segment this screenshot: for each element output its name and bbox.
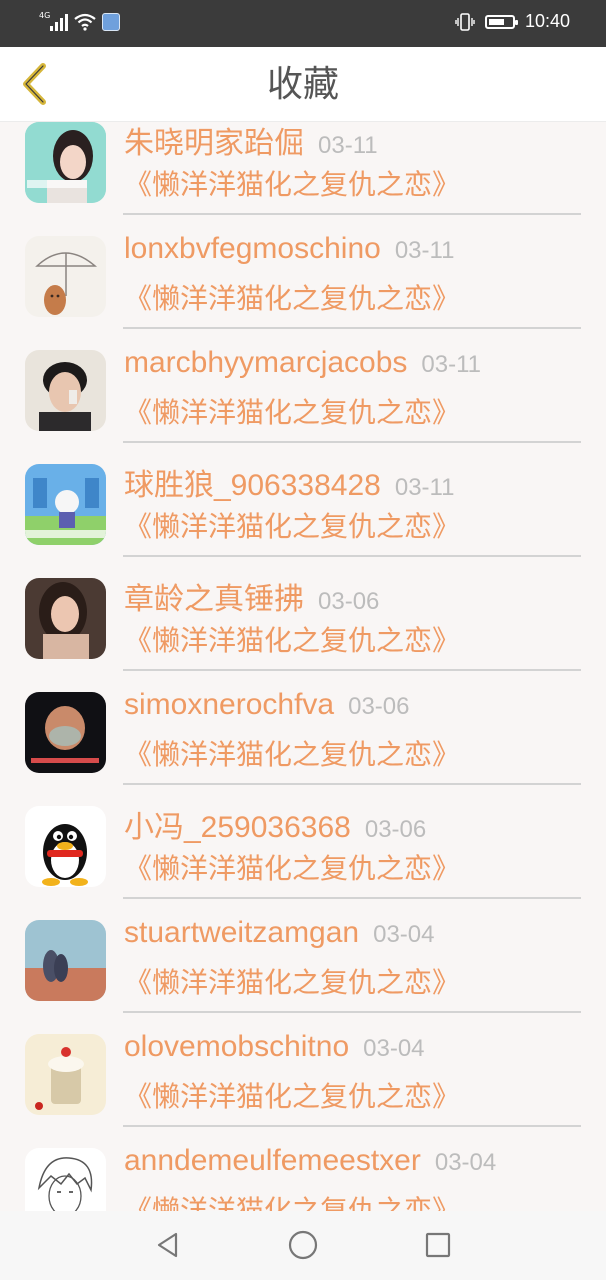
divider [123, 441, 581, 443]
avatar[interactable] [25, 350, 106, 431]
item-date: 03-11 [394, 474, 455, 501]
list-item[interactable]: 章龄之真锤拂 03-06 《懒洋洋猫化之复仇之恋》 [0, 563, 606, 677]
item-date: 03-06 [364, 816, 427, 843]
item-date: 03-06 [318, 588, 380, 615]
list-item[interactable]: simoxnerochfva 03-06 《懒洋洋猫化之复仇之恋》 [0, 677, 606, 791]
item-date: 03-11 [421, 351, 482, 378]
user-name: marcbhyymarcjacobs [124, 346, 408, 379]
list-item[interactable]: marcbhyymarcjacobs 03-11 《懒洋洋猫化之复仇之恋》 [0, 335, 606, 449]
avatar[interactable] [25, 578, 106, 659]
network-type-label: 4G [39, 11, 51, 20]
app-notification-icon [102, 13, 120, 31]
list-item[interactable]: anndemeulfemeestxer 03-04 《懒洋洋猫化之复仇之恋》 [0, 1133, 606, 1211]
item-header-line: 小冯_259036368 03-06 [124, 802, 427, 844]
item-header-line: lonxbvfegmoschino 03-11 [124, 232, 454, 272]
nav-recents-button[interactable] [420, 1227, 456, 1263]
avatar[interactable] [25, 806, 106, 887]
status-time: 10:40 [524, 11, 570, 31]
battery-icon [484, 14, 518, 29]
page-title: 收藏 [266, 64, 339, 105]
user-name: 章龄之真锤拂 [124, 583, 304, 616]
divider [123, 783, 581, 785]
status-right: 10:40 [455, 11, 570, 32]
story-title: 《懒洋洋猫化之复仇之恋》 [124, 282, 461, 315]
user-name: lonxbvfegmoschino [124, 232, 381, 265]
list-item[interactable]: 小冯_259036368 03-06 《懒洋洋猫化之复仇之恋》 [0, 791, 606, 905]
list-item[interactable]: 球胜狼_906338428 03-11 《懒洋洋猫化之复仇之恋》 [0, 449, 606, 563]
list-item[interactable]: 朱晓明家跆倔 03-11 《懒洋洋猫化之复仇之恋》 [0, 121, 606, 221]
signal-icon: 4G [39, 11, 68, 31]
story-title: 《懒洋洋猫化之复仇之恋》 [124, 624, 461, 657]
story-title: 《懒洋洋猫化之复仇之恋》 [124, 966, 461, 999]
avatar[interactable] [25, 1148, 106, 1211]
item-header-line: simoxnerochfva 03-06 [124, 688, 409, 728]
avatar[interactable] [25, 464, 106, 545]
user-name: stuartweitzamgan [124, 916, 360, 949]
app-header: 收藏 [0, 47, 606, 122]
list-item[interactable]: stuartweitzamgan 03-04 《懒洋洋猫化之复仇之恋》 [0, 905, 606, 1019]
item-header-line: stuartweitzamgan 03-04 [124, 916, 435, 956]
story-title: 《懒洋洋猫化之复仇之恋》 [124, 510, 461, 543]
avatar[interactable] [25, 1034, 106, 1115]
divider [123, 327, 581, 329]
item-date: 03-04 [434, 1149, 497, 1176]
item-header-line: 球胜狼_906338428 03-11 [124, 460, 455, 502]
story-title: 《懒洋洋猫化之复仇之恋》 [124, 396, 461, 429]
list-item[interactable]: olovemobschitno 03-04 《懒洋洋猫化之复仇之恋》 [0, 1019, 606, 1133]
divider [123, 213, 581, 215]
story-title: 《懒洋洋猫化之复仇之恋》 [124, 1194, 461, 1211]
back-triangle-icon [157, 1232, 178, 1258]
user-name: 小冯_259036368 [124, 811, 351, 844]
user-name: simoxnerochfva [124, 688, 335, 721]
divider [123, 669, 581, 671]
item-date: 03-11 [394, 237, 455, 264]
recents-square-icon [425, 1232, 451, 1258]
avatar[interactable] [25, 692, 106, 773]
item-date: 03-11 [318, 132, 378, 159]
item-date: 03-06 [348, 693, 410, 720]
user-name: olovemobschitno [124, 1030, 350, 1063]
item-header-line: 朱晓明家跆倔 03-11 [124, 121, 378, 160]
nav-home-button[interactable] [285, 1227, 321, 1263]
avatar[interactable] [25, 920, 106, 1001]
divider [123, 897, 581, 899]
avatar[interactable] [25, 122, 106, 203]
user-name: 球胜狼_906338428 [124, 469, 381, 502]
story-title: 《懒洋洋猫化之复仇之恋》 [124, 1080, 461, 1113]
wifi-icon [74, 13, 96, 31]
story-title: 《懒洋洋猫化之复仇之恋》 [124, 738, 461, 771]
list-item[interactable]: lonxbvfegmoschino 03-11 《懒洋洋猫化之复仇之恋》 [0, 221, 606, 335]
vibrate-icon [455, 12, 475, 31]
divider [123, 555, 581, 557]
home-circle-icon [288, 1230, 318, 1260]
item-header-line: marcbhyymarcjacobs 03-11 [124, 346, 481, 386]
item-date: 03-04 [363, 1035, 425, 1062]
item-header-line: anndemeulfemeestxer 03-04 [124, 1144, 496, 1184]
item-header-line: 章龄之真锤拂 03-06 [124, 574, 380, 616]
story-title: 《懒洋洋猫化之复仇之恋》 [124, 168, 461, 201]
item-date: 03-04 [373, 921, 435, 948]
status-bar: 4G 10:40 [0, 0, 606, 47]
divider [123, 1125, 581, 1127]
avatar[interactable] [25, 236, 106, 317]
user-name: 朱晓明家跆倔 [124, 127, 304, 160]
item-header-line: olovemobschitno 03-04 [124, 1030, 425, 1070]
battery-fill [488, 18, 504, 25]
user-name: anndemeulfemeestxer [124, 1144, 421, 1177]
favorites-list[interactable]: 朱晓明家跆倔 03-11 《懒洋洋猫化之复仇之恋》 lonxbvfegmoschi… [0, 121, 606, 1211]
nav-back-button[interactable] [150, 1227, 186, 1263]
story-title: 《懒洋洋猫化之复仇之恋》 [124, 852, 461, 885]
system-nav-bar [0, 1211, 606, 1280]
divider [123, 1011, 581, 1013]
status-left: 4G [39, 11, 120, 31]
